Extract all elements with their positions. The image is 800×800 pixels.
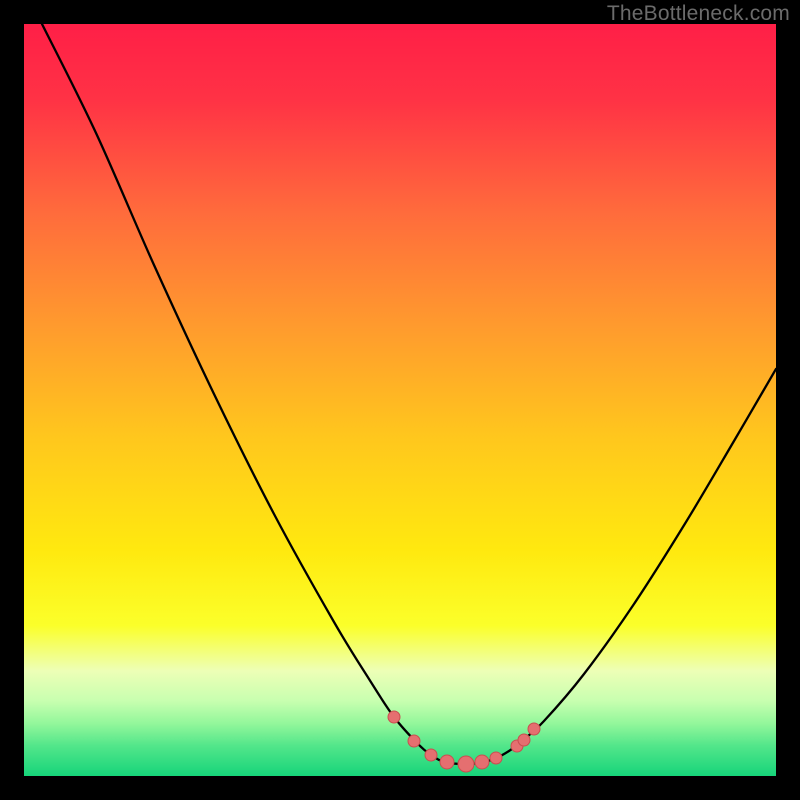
data-marker	[528, 723, 540, 735]
bottleneck-curve	[42, 24, 776, 764]
markers-group	[388, 711, 540, 772]
data-marker	[518, 734, 530, 746]
chart-frame: TheBottleneck.com	[0, 0, 800, 800]
watermark-text: TheBottleneck.com	[607, 2, 790, 26]
data-marker	[490, 752, 502, 764]
data-marker	[458, 756, 474, 772]
curve-layer	[24, 24, 776, 776]
data-marker	[475, 755, 489, 769]
plot-area	[24, 24, 776, 776]
data-marker	[425, 749, 437, 761]
data-marker	[388, 711, 400, 723]
data-marker	[408, 735, 420, 747]
data-marker	[440, 755, 454, 769]
